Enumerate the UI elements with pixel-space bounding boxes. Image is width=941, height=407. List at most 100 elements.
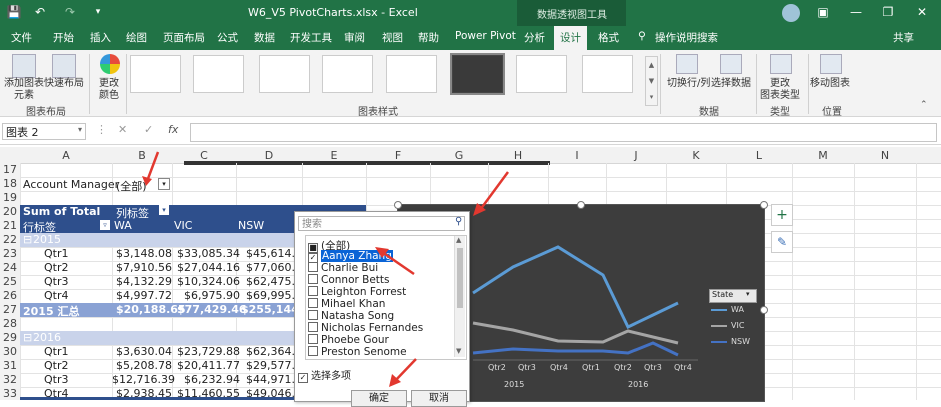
value-cell[interactable]: $4,997.72 (116, 289, 172, 302)
scroll-down-icon[interactable]: ▼ (456, 347, 461, 355)
name-box-dropdown-icon[interactable]: ▾ (78, 125, 82, 134)
avatar[interactable] (782, 4, 800, 22)
share-button[interactable]: 共享 (893, 30, 914, 45)
tab-view[interactable]: 视图 (382, 30, 403, 45)
row-header[interactable]: 26 (0, 289, 20, 303)
filter-item[interactable]: Natasha Song (308, 310, 394, 322)
row-header[interactable]: 31 (0, 359, 20, 373)
resize-handle[interactable] (760, 306, 768, 314)
cancel-formula-icon[interactable]: ✕ (118, 123, 127, 136)
tab-format[interactable]: 格式 (598, 30, 619, 45)
select-data-button[interactable]: 选择数据 (711, 78, 751, 90)
value-cell[interactable]: $10,324.06 (177, 275, 240, 288)
ok-button[interactable]: 确定 (351, 390, 407, 407)
undo-icon[interactable]: ↶ (32, 4, 48, 20)
value-cell[interactable]: $23,729.88 (177, 345, 240, 358)
checkbox-icon[interactable] (308, 286, 318, 296)
add-chart-element-button[interactable]: 添加图表 元素 (4, 78, 44, 102)
value-cell[interactable]: $3,148.08 (116, 247, 172, 260)
chart-style-2[interactable] (193, 55, 244, 93)
checkbox-icon[interactable] (308, 310, 318, 320)
col-header-m[interactable]: M (792, 149, 854, 162)
chart-styles-brush-icon[interactable]: ✎ (771, 231, 793, 253)
value-cell[interactable]: $33,085.34 (177, 247, 240, 260)
col-header-l[interactable]: L (726, 149, 792, 162)
tab-analyze[interactable]: 分析 (524, 30, 545, 45)
tab-home[interactable]: 开始 (53, 30, 74, 45)
ribbon-display-icon[interactable]: ▣ (815, 4, 831, 20)
collapse-ribbon-icon[interactable]: ⌃ (920, 100, 928, 110)
redo-icon[interactable]: ↷ (62, 4, 78, 20)
checkbox-icon[interactable] (308, 298, 318, 308)
value-cell[interactable]: $12,716.39 (112, 373, 175, 386)
resize-handle[interactable] (760, 201, 768, 209)
col-header-k[interactable]: K (666, 149, 726, 162)
scroll-thumb[interactable] (457, 248, 463, 308)
scroll-up-icon[interactable]: ▲ (456, 236, 461, 244)
value-cell[interactable]: $3,630.04 (116, 345, 172, 358)
row-header[interactable]: 33 (0, 387, 20, 400)
row-filter-icon[interactable]: ▿ (100, 220, 110, 230)
chart-style-3[interactable] (259, 55, 310, 93)
filter-item[interactable]: Mihael Khan (308, 298, 385, 310)
chart-style-6-selected[interactable] (450, 53, 505, 95)
row-header[interactable]: 28 (0, 317, 20, 331)
value-cell[interactable]: $5,208.78 (116, 359, 172, 372)
collapse-2015-icon[interactable]: ⊟ (23, 233, 32, 246)
checkbox-icon[interactable] (308, 274, 318, 284)
chart-style-1[interactable] (130, 55, 181, 93)
close-icon[interactable]: ✕ (914, 4, 930, 20)
tab-page-layout[interactable]: 页面布局 (163, 30, 205, 45)
column-filter-button[interactable]: ▾ (159, 205, 169, 215)
chart-elements-button[interactable]: + (771, 204, 793, 226)
row-header[interactable]: 27 (0, 303, 20, 317)
row-header[interactable]: 24 (0, 261, 20, 275)
filter-item[interactable]: Phoebe Gour (308, 334, 389, 346)
minimize-icon[interactable]: — (848, 4, 864, 20)
row-header[interactable]: 29 (0, 331, 20, 345)
name-box[interactable]: 图表 2 (2, 123, 86, 140)
formula-input[interactable] (190, 123, 937, 142)
resize-handle[interactable] (394, 201, 402, 209)
row-header[interactable]: 30 (0, 345, 20, 359)
value-cell[interactable]: $7,910.56 (116, 261, 172, 274)
tab-developer[interactable]: 开发工具 (290, 30, 332, 45)
change-chart-type-button[interactable]: 更改 图表类型 (760, 78, 800, 102)
tab-design[interactable]: 设计 (554, 26, 587, 50)
insert-function-button[interactable]: fx (168, 123, 178, 136)
row-header[interactable]: 25 (0, 275, 20, 289)
checkbox-icon[interactable] (308, 334, 318, 344)
tab-data[interactable]: 数据 (254, 30, 275, 45)
change-colors-button[interactable]: 更改 颜色 (92, 78, 126, 102)
total-vic-2015[interactable]: $77,429.46 (177, 303, 247, 316)
checkbox-icon[interactable] (308, 262, 318, 272)
filter-search-input[interactable]: 搜索 (298, 216, 465, 231)
filter-item[interactable]: Leighton Forrest (308, 286, 406, 298)
filter-item[interactable]: Nicholas Fernandes (308, 322, 423, 334)
tab-insert[interactable]: 插入 (90, 30, 111, 45)
move-chart-button[interactable]: 移动图表 (810, 78, 850, 90)
collapse-2016-icon[interactable]: ⊟ (23, 331, 32, 344)
style-gallery-scroll[interactable]: ▲ ▼ ▾ (645, 56, 658, 106)
chart-style-5[interactable] (386, 55, 437, 93)
row-header[interactable]: 20 (0, 205, 20, 219)
value-cell[interactable]: $6,975.90 (184, 289, 240, 302)
save-icon[interactable]: 💾 (6, 4, 22, 20)
row-header[interactable]: 32 (0, 373, 20, 387)
tab-power-pivot[interactable]: Power Pivot (455, 30, 516, 42)
col-header-n[interactable]: N (854, 149, 916, 162)
row-header[interactable]: 19 (0, 191, 20, 205)
value-cell[interactable]: $27,044.16 (177, 261, 240, 274)
tab-file[interactable]: 文件 (11, 30, 32, 45)
row-header[interactable]: 18 (0, 177, 20, 191)
col-header-i[interactable]: I (548, 149, 606, 162)
legend-dropdown-icon[interactable]: ▾ (746, 290, 750, 298)
tab-review[interactable]: 审阅 (344, 30, 365, 45)
row-header[interactable]: 22 (0, 233, 20, 247)
col-header-a[interactable]: A (20, 149, 112, 162)
tab-draw[interactable]: 绘图 (126, 30, 147, 45)
checkbox-icon[interactable] (308, 322, 318, 332)
legend-field-button[interactable]: State ▾ (709, 289, 757, 303)
filter-item[interactable]: Charlie Bui (308, 262, 378, 274)
value-cell[interactable]: $6,232.94 (184, 373, 240, 386)
